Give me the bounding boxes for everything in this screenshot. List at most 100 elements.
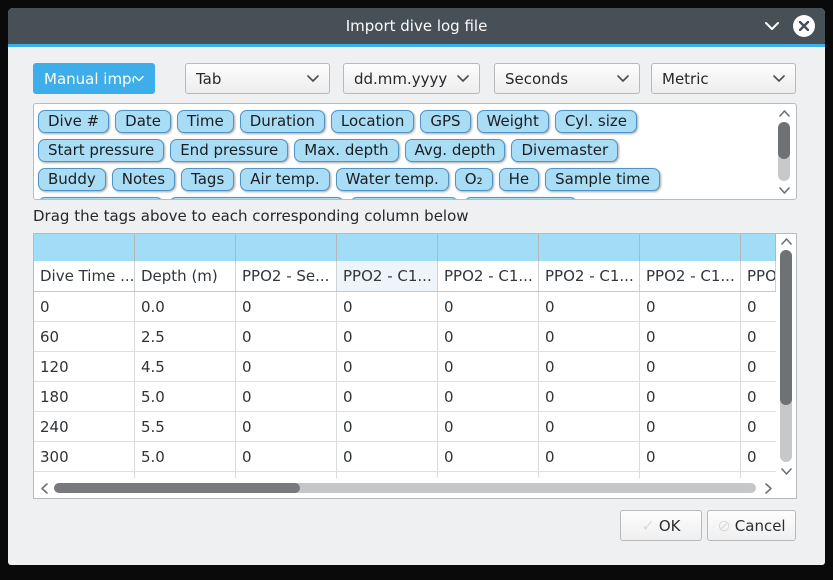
tag-chip[interactable]: Cyl. size	[555, 110, 637, 133]
titlebar-controls	[763, 8, 815, 44]
drop-row	[34, 234, 776, 261]
tag-chip[interactable]: Duration	[240, 110, 325, 133]
field-separator-value: Tab	[196, 70, 307, 88]
table-cell: 0	[539, 412, 640, 441]
scroll-up-icon[interactable]	[775, 106, 793, 120]
tag-chip[interactable]: Start pressure	[38, 139, 164, 162]
tag-chip[interactable]: Avg. depth	[405, 139, 506, 162]
tag-chip[interactable]: Weight	[477, 110, 549, 133]
column-header[interactable]: Dive Time ...	[34, 261, 135, 291]
tag-pool: Dive # Date Time Duration Location GPS Weight C…	[33, 103, 797, 200]
drop-target-cell[interactable]	[34, 234, 135, 261]
scroll-down-icon[interactable]	[775, 183, 793, 197]
tag-chip[interactable]: End pressure	[170, 139, 288, 162]
shade-button[interactable]	[763, 17, 781, 35]
units-value: Metric	[662, 70, 773, 88]
header-row: Dive Time ...Depth (m)PPO2 - Se...PPO2 -…	[34, 261, 776, 292]
table-horizontal-scrollbar[interactable]	[34, 478, 776, 498]
scroll-down-icon[interactable]	[777, 464, 795, 478]
scroll-right-icon[interactable]	[760, 478, 776, 498]
tag-chip[interactable]: O₂	[455, 168, 493, 191]
scrollbar-thumb[interactable]	[54, 483, 300, 493]
tag-chip[interactable]: Sample time	[545, 168, 660, 191]
table-cell: 2.5	[135, 322, 236, 351]
drop-target-cell[interactable]	[337, 234, 438, 261]
date-format-select[interactable]: dd.mm.yyyy	[343, 63, 480, 94]
tag-chip[interactable]: GPS	[420, 110, 470, 133]
scrollbar-thumb[interactable]	[780, 250, 792, 405]
column-header[interactable]: PPO2 - C1...	[539, 261, 640, 291]
column-header[interactable]: PPO2 - C1...	[640, 261, 741, 291]
field-separator-select[interactable]: Tab	[185, 63, 330, 94]
ok-button[interactable]: ✓ OK	[620, 510, 702, 541]
scroll-up-icon[interactable]	[777, 234, 795, 248]
scrollbar-track[interactable]	[778, 122, 790, 181]
import-dive-log-dialog: Import dive log file Manual import Tab d…	[8, 8, 825, 565]
table-cell: 5.5	[135, 412, 236, 441]
table-cell: 0	[236, 352, 337, 381]
tag-chip[interactable]: Time	[177, 110, 234, 133]
table-cell: 180	[34, 382, 135, 411]
tag-pool-vertical-scrollbar[interactable]	[775, 106, 793, 197]
tag-chip[interactable]: Tags	[181, 168, 234, 191]
drop-target-cell[interactable]	[539, 234, 640, 261]
chevron-down-icon	[765, 22, 779, 31]
window-title: Import dive log file	[346, 17, 488, 35]
tag-chip[interactable]: Dive #	[38, 110, 109, 133]
close-button[interactable]	[793, 15, 815, 37]
tag-chip[interactable]: Water temp.	[336, 168, 449, 191]
tag-chip[interactable]: Location	[331, 110, 414, 133]
table-cell: 5.0	[135, 382, 236, 411]
column-header[interactable]: PPO2 - C1...	[438, 261, 539, 291]
cancel-button[interactable]: ⊘ Cancel	[707, 510, 796, 541]
scroll-left-icon[interactable]	[36, 478, 52, 498]
table-cell: 0	[337, 292, 438, 321]
drop-target-cell[interactable]	[640, 234, 741, 261]
table-cell: 0	[640, 382, 741, 411]
table-viewport: Dive Time ...Depth (m)PPO2 - Se...PPO2 -…	[34, 234, 776, 478]
table-cell: 0	[438, 322, 539, 351]
table-cell: 0	[236, 322, 337, 351]
check-icon: ✓	[641, 516, 654, 535]
import-mode-select[interactable]: Manual import	[33, 63, 155, 94]
tag-chip[interactable]: Date	[115, 110, 171, 133]
table-cell: 120	[34, 352, 135, 381]
tag-chip[interactable]: Divemaster	[511, 139, 618, 162]
tag-chip[interactable]: Sample CNS	[464, 197, 576, 200]
column-header[interactable]: PPO2 - C1...	[337, 261, 438, 291]
scrollbar-track[interactable]	[780, 250, 792, 462]
tag-chip[interactable]: Buddy	[38, 168, 106, 191]
tag-chip[interactable]: Sample temperature	[169, 197, 344, 200]
table-cell: 0	[438, 292, 539, 321]
units-select[interactable]: Metric	[651, 63, 796, 94]
chevron-down-icon	[134, 75, 144, 83]
column-header[interactable]: Depth (m)	[135, 261, 236, 291]
table-cell: 0	[539, 442, 640, 471]
scrollbar-thumb[interactable]	[778, 122, 790, 159]
drop-target-cell[interactable]	[236, 234, 337, 261]
drop-target-cell[interactable]	[438, 234, 539, 261]
tag-chip[interactable]: Air temp.	[240, 168, 329, 191]
column-header[interactable]: PPO2	[741, 261, 776, 291]
tag-chip[interactable]: He	[499, 168, 540, 191]
drop-target-cell[interactable]	[741, 234, 776, 261]
cancel-button-label: Cancel	[735, 517, 786, 535]
table-row: 00.0000000	[34, 292, 776, 322]
scrollbar-track[interactable]	[54, 483, 756, 493]
table-cell: 240	[34, 412, 135, 441]
table-cell: 60	[34, 322, 135, 351]
tag-row: Dive # Date Time Duration Location GPS Weight C…	[38, 107, 770, 136]
tag-chip[interactable]: Notes	[112, 168, 175, 191]
tag-chip[interactable]: Max. depth	[294, 139, 398, 162]
duration-format-select[interactable]: Seconds	[494, 63, 640, 94]
tag-chip[interactable]: Sample pO₂	[350, 197, 458, 200]
table-row: 602.5000000	[34, 322, 776, 352]
table-cell: 0	[236, 412, 337, 441]
drop-target-cell[interactable]	[135, 234, 236, 261]
table-row: 3005.0000000	[34, 442, 776, 472]
column-header[interactable]: PPO2 - Se...	[236, 261, 337, 291]
tag-chip[interactable]: Sample depth	[38, 197, 163, 200]
tag-row: Start pressure End pressure Max. depth Avg.…	[38, 136, 770, 165]
table-cell: 0	[539, 352, 640, 381]
table-vertical-scrollbar[interactable]	[777, 234, 795, 478]
